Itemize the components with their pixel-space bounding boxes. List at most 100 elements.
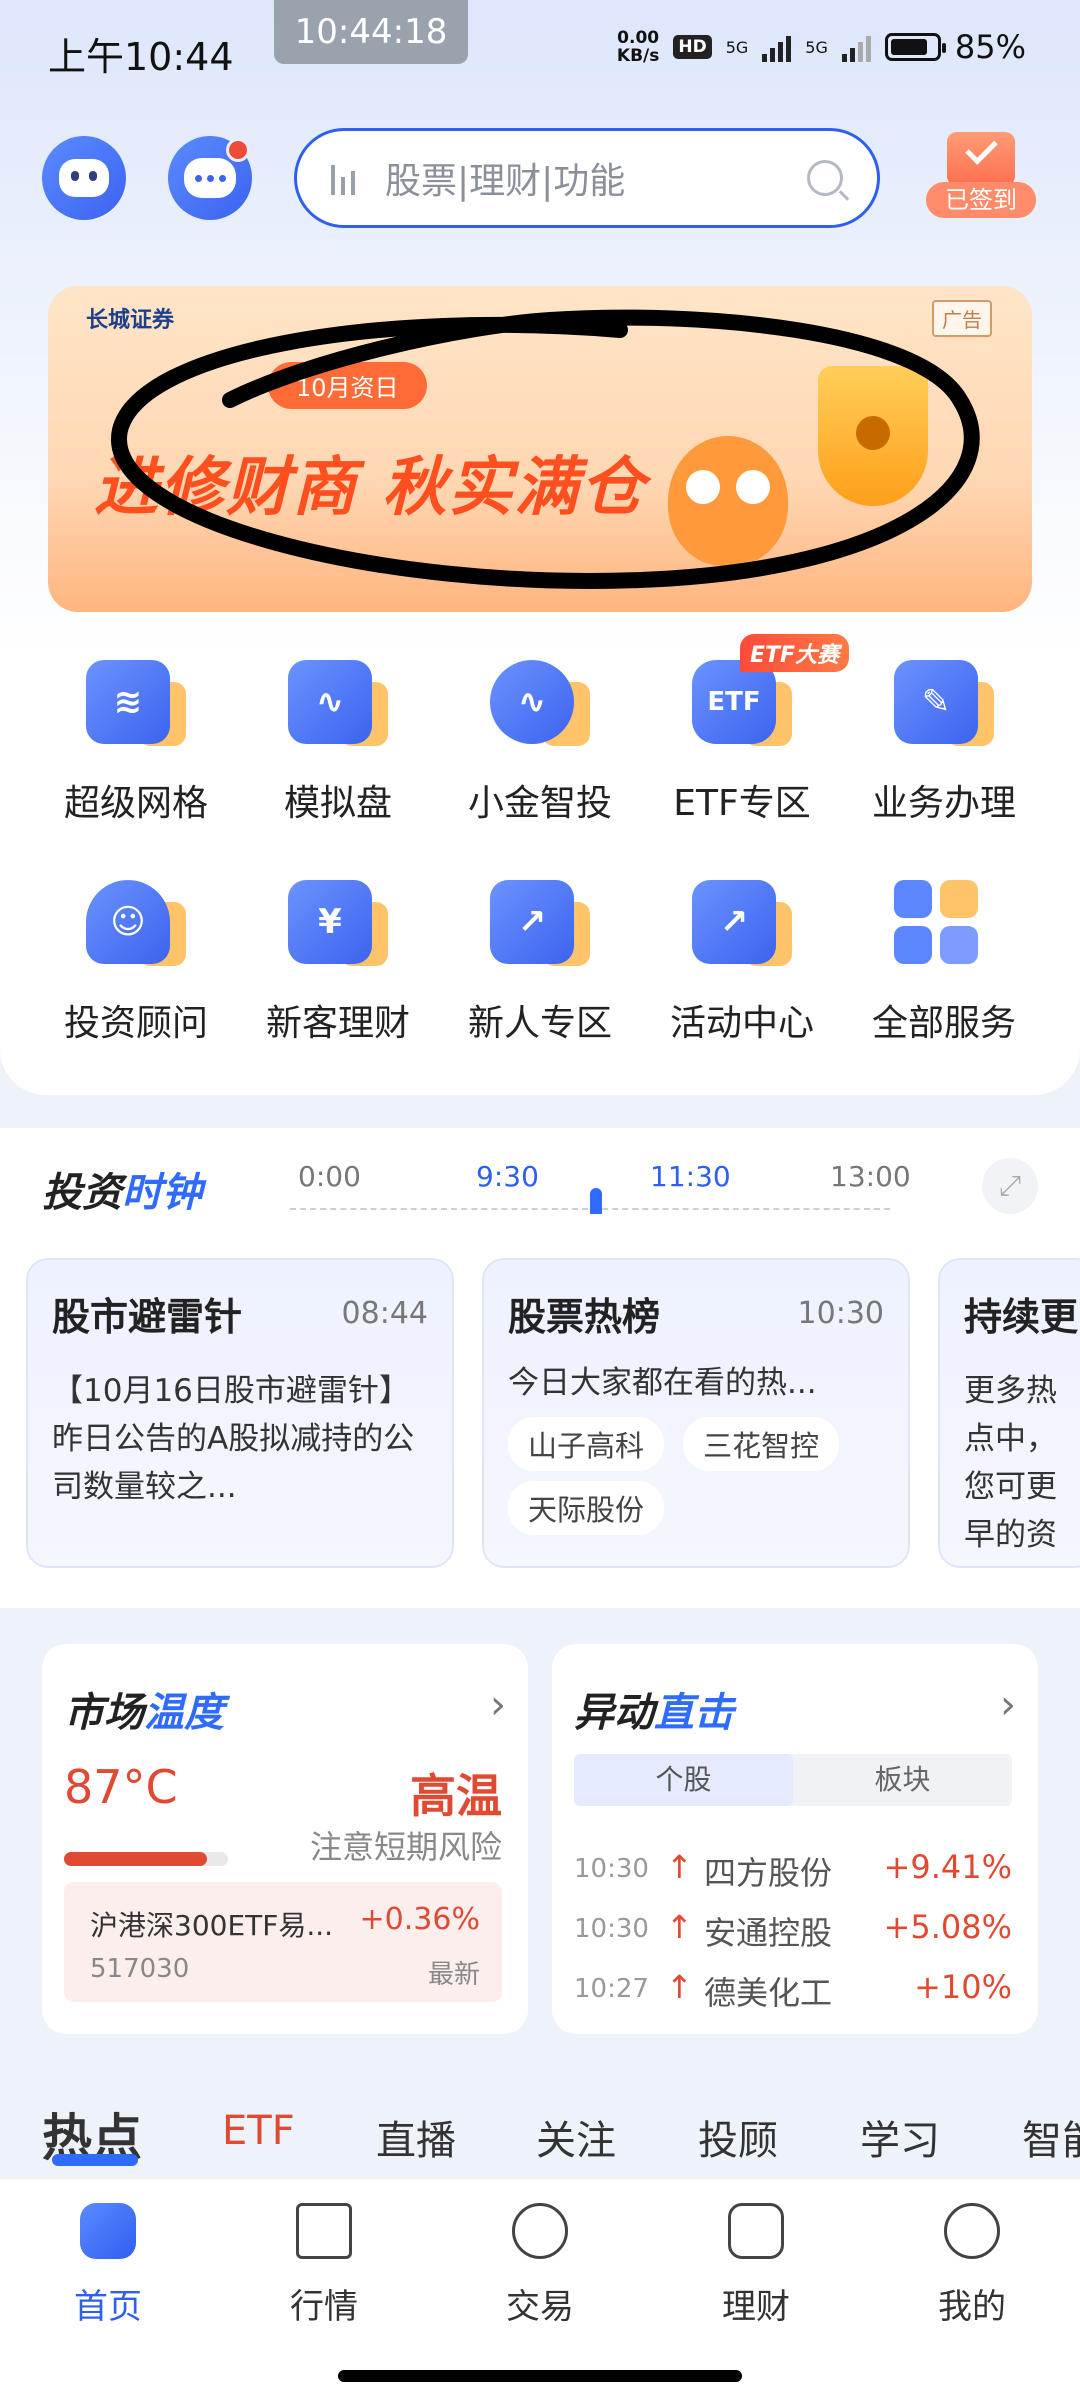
nav-trade[interactable]: 交易 — [432, 2203, 648, 2328]
card-time: 10:30 — [797, 1296, 884, 1331]
service-label: 全部服务 — [871, 1003, 1016, 1044]
stock-chip[interactable]: 三花智控 — [683, 1417, 840, 1471]
nav-label: 理财 — [722, 2287, 790, 2327]
service-label: 业务办理 — [871, 783, 1016, 824]
market-bars-icon — [296, 2203, 352, 2259]
checkin-button[interactable]: 已签到 — [926, 128, 1036, 222]
arrow-up-icon: ↑ — [666, 1908, 693, 1946]
wallet-icon — [728, 2203, 784, 2259]
tab-advisor[interactable]: 投顾 — [698, 2108, 778, 2166]
nav-market[interactable]: 行情 — [216, 2203, 432, 2328]
tab-smart[interactable]: 智能 — [1022, 2108, 1080, 2166]
timeline-now-marker — [590, 1188, 602, 1214]
trade-icon — [512, 2203, 568, 2259]
clock-card-hot-list[interactable]: 股票热榜 10:30 今日大家都在看的热... 山子高科 三花智控 天际股份 — [482, 1258, 910, 1568]
nav-label: 我的 — [938, 2287, 1006, 2327]
temperature-value: 87°C — [64, 1760, 178, 1814]
service-label: 投资顾问 — [63, 1003, 208, 1044]
service-simulation[interactable]: ∿ 模拟盘 — [243, 660, 433, 826]
smart-invest-icon: ∿ — [490, 660, 590, 752]
calendar-icon — [947, 132, 1015, 186]
scribble-annotation — [111, 309, 980, 589]
nav-profile[interactable]: 我的 — [864, 2203, 1080, 2328]
service-etf-zone[interactable]: ETF ETF专区 — [647, 660, 837, 826]
search-placeholder: 股票|理财|功能 — [385, 161, 626, 202]
service-smart-invest[interactable]: ∿ 小金智投 — [445, 660, 635, 826]
service-label: ETF专区 — [673, 783, 811, 824]
etf-change: +0.36% — [359, 1902, 480, 1937]
timeline-time: 9:30 — [476, 1160, 539, 1193]
etf-code: 517030 — [90, 1954, 190, 1984]
service-activity-center[interactable]: ↗ 活动中心 — [647, 880, 837, 1046]
status-indicators: 0.00 KB/s HD 5G 5G 85% — [617, 28, 1026, 66]
service-new-client-finance[interactable]: ¥ 新客理财 — [243, 880, 433, 1046]
market-temperature-panel[interactable]: 市场温度 › 87°C 高温 注意短期风险 沪港深300ETF易... +0.3… — [42, 1644, 528, 2034]
tab-learn[interactable]: 学习 — [860, 2108, 940, 2166]
battery-percent: 85% — [954, 28, 1026, 66]
card-title: 持续更 — [964, 1295, 1079, 1339]
service-grid-trading[interactable]: ≋ 超级网格 — [41, 660, 231, 826]
signal-icon — [762, 32, 792, 62]
search-icon[interactable] — [807, 160, 843, 196]
tab-stocks[interactable]: 个股 — [574, 1754, 793, 1806]
activity-center-icon: ↗ — [692, 880, 792, 972]
nav-label: 首页 — [74, 2287, 142, 2327]
grid-trading-icon: ≋ — [86, 660, 186, 752]
temperature-bar — [64, 1852, 228, 1866]
service-label: 新客理财 — [265, 1003, 410, 1044]
tab-follow[interactable]: 关注 — [536, 2108, 616, 2166]
search-input[interactable]: 股票|理财|功能 — [294, 128, 880, 228]
temperature-bar-fill — [64, 1852, 207, 1866]
panel-title-part2: 直击 — [654, 1690, 734, 1736]
signal-icon-2 — [841, 32, 871, 62]
nav-home[interactable]: 首页 — [0, 2203, 216, 2328]
mover-change: +9.41% — [883, 1848, 1012, 1886]
status-time: 上午10:44 — [48, 35, 234, 79]
home-indicator[interactable] — [338, 2370, 742, 2382]
market-bars-icon — [331, 161, 355, 195]
service-advisor[interactable]: ☺ 投资顾问 — [41, 880, 231, 1046]
clock-title-part1: 投资 — [42, 1170, 122, 1216]
nav-finance[interactable]: 理财 — [648, 2203, 864, 2328]
tab-sectors[interactable]: 板块 — [793, 1754, 1012, 1806]
etf-contest-badge: ETF大赛 — [740, 634, 850, 672]
battery-icon — [884, 33, 946, 61]
chevron-right-icon[interactable]: › — [490, 1682, 506, 1728]
assistant-robot-icon[interactable] — [42, 136, 126, 220]
advisor-icon: ☺ — [86, 880, 186, 972]
stock-chip[interactable]: 天际股份 — [508, 1481, 665, 1535]
timeline-time: 11:30 — [650, 1160, 731, 1193]
business-icon: ✎ — [894, 660, 994, 752]
service-newcomer[interactable]: ↗ 新人专区 — [445, 880, 635, 1046]
movers-panel[interactable]: 异动直击 › 个股 板块 10:30 ↑ 四方股份 +9.41% 10:30 ↑… — [552, 1644, 1038, 2034]
profile-icon — [944, 2203, 1000, 2259]
active-tab-underline — [52, 2154, 138, 2166]
stock-chip[interactable]: 山子高科 — [508, 1417, 665, 1471]
net-speed: 0.00 KB/s — [617, 29, 659, 65]
unread-dot — [226, 138, 250, 162]
etf-quote[interactable]: 沪港深300ETF易... +0.36% 517030 最新 — [64, 1882, 502, 2002]
mover-row[interactable]: 10:27 ↑ 德美化工 +10% — [574, 1964, 1012, 2014]
all-services-icon — [894, 880, 994, 972]
newcomer-icon: ↗ — [490, 880, 590, 972]
clock-card-risk[interactable]: 股市避雷针 08:44 【10月16日股市避雷针】昨日公告的A股拟减持的公司数量… — [26, 1258, 454, 1568]
temperature-status: 高温 — [410, 1769, 502, 1823]
panel-title-part2: 温度 — [144, 1690, 224, 1736]
panel-title: 市场温度 — [64, 1680, 224, 1738]
mover-row[interactable]: 10:30 ↑ 四方股份 +9.41% — [574, 1844, 1012, 1894]
card-body: 更多热点中，您可更早的资 — [964, 1373, 1057, 1553]
tab-live[interactable]: 直播 — [376, 2108, 456, 2166]
mover-row[interactable]: 10:30 ↑ 安通控股 +5.08% — [574, 1904, 1012, 1954]
tab-etf[interactable]: ETF — [222, 2108, 295, 2154]
clock-card-more[interactable]: 持续更 更多热点中，您可更早的资 — [938, 1258, 1080, 1568]
chevron-right-icon[interactable]: › — [1000, 1682, 1016, 1728]
service-business[interactable]: ✎ 业务办理 — [849, 660, 1039, 826]
net-speed-unit: KB/s — [616, 46, 660, 66]
net-speed-value: 0.00 — [617, 28, 660, 48]
service-all[interactable]: 全部服务 — [849, 880, 1039, 1046]
message-icon[interactable] — [168, 136, 252, 220]
hd-icon: HD — [673, 35, 712, 59]
expand-icon[interactable]: ⤢ — [982, 1158, 1038, 1214]
network-label-2: 5G — [805, 37, 828, 57]
timeline-time: 13:00 — [830, 1160, 911, 1193]
